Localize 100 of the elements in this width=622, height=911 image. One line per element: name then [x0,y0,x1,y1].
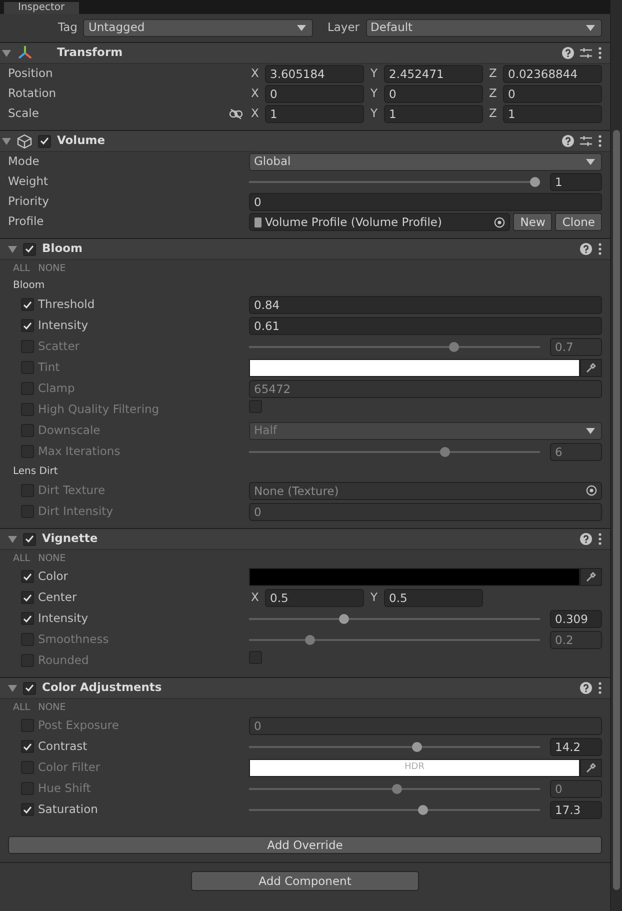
slider-thumb[interactable] [412,742,422,752]
more-options-icon[interactable] [598,135,602,147]
number-field[interactable]: 0 [503,85,602,103]
none-link[interactable]: NONE [38,262,66,276]
checkmark-icon [40,137,49,145]
color-swatch[interactable] [249,358,580,376]
checkbox[interactable] [21,740,34,753]
number-field[interactable]: 2.452471 [384,65,483,83]
number-field[interactable]: 1 [265,105,364,123]
foldout-arrow-icon[interactable] [8,244,17,254]
eyedropper-icon [586,572,596,582]
number-field[interactable]: 0.84 [249,296,602,314]
help-icon[interactable] [562,47,574,59]
scrollbar-thumb[interactable] [613,130,620,890]
add-component-button[interactable]: Add Component [191,871,419,891]
asset-file-icon [254,216,262,228]
number-field[interactable]: 1 [384,105,483,123]
override-title: Bloom [42,240,84,258]
more-options-icon[interactable] [598,682,602,694]
eyedropper-button[interactable] [580,758,602,776]
number-field[interactable]: 0 [249,193,602,211]
slider-thumb[interactable] [440,446,450,456]
layer-dropdown[interactable]: Default [366,19,602,37]
slider-thumb[interactable] [530,177,540,187]
number-field[interactable]: 6 [550,442,602,460]
foldout-arrow-icon[interactable] [2,48,11,58]
number-field[interactable]: 0 [265,85,364,103]
number-field[interactable]: 0.7 [550,338,602,356]
number-field[interactable]: 0 [384,85,483,103]
tag-dropdown[interactable]: Untagged [83,19,314,37]
clone-button[interactable]: Clone [555,213,602,231]
object-field[interactable]: Volume Profile (Volume Profile) [249,213,510,231]
more-options-icon[interactable] [598,533,602,545]
dropdown[interactable]: Global [249,153,602,171]
broken-link-icon[interactable] [229,109,243,119]
checkmark-icon [25,245,34,253]
eyedropper-button[interactable] [580,358,602,376]
sliders-icon[interactable] [580,47,592,59]
number-field[interactable]: 65472 [249,380,602,398]
checkbox[interactable] [23,242,36,256]
number-field[interactable]: 17.3 [550,800,602,818]
add-override-button[interactable]: Add Override [8,836,602,854]
scrollbar[interactable] [610,0,622,911]
number-field[interactable]: 0.02368844 [503,65,602,83]
color-swatch[interactable] [249,568,580,586]
number-field[interactable]: 0.5 [265,588,364,606]
checkbox[interactable] [21,570,34,583]
number-field[interactable]: 0.5 [384,588,483,606]
object-picker-icon[interactable] [494,216,506,228]
number-field[interactable]: 14.2 [550,738,602,756]
none-link[interactable]: NONE [38,701,66,715]
number-field[interactable]: 1 [503,105,602,123]
help-icon[interactable] [580,533,592,545]
slider-thumb[interactable] [448,342,458,352]
checkbox[interactable] [21,591,34,604]
object-field[interactable]: None (Texture) [249,482,602,500]
number-field[interactable]: 0.61 [249,316,602,334]
all-link[interactable]: ALL [13,262,30,276]
checkbox[interactable] [23,682,36,694]
slider-thumb[interactable] [392,784,402,794]
number-field[interactable]: 0 [550,780,602,798]
number-field[interactable]: 0 [249,502,602,520]
checkmark-icon [23,742,32,750]
checkbox[interactable] [21,319,34,332]
number-field[interactable]: 3.605184 [265,65,364,83]
checkbox[interactable] [38,134,51,148]
more-options-icon[interactable] [598,243,602,255]
inspector-tab[interactable]: Inspector [4,2,79,14]
foldout-arrow-icon[interactable] [8,534,17,544]
new-button[interactable]: New [513,213,552,231]
none-link[interactable]: NONE [38,552,66,566]
checkbox[interactable] [21,803,34,816]
number-field[interactable]: 0 [249,716,602,734]
axis-label: Z [488,105,498,122]
number-field[interactable]: 0.2 [550,630,602,648]
checkbox[interactable] [21,298,34,311]
foldout-arrow-icon[interactable] [8,684,17,692]
eyedropper-icon [586,762,596,772]
help-icon[interactable] [562,135,574,147]
slider-thumb[interactable] [305,634,316,644]
property-label: Downscale [38,422,100,439]
slider-thumb[interactable] [418,804,428,814]
axis-label: Y [369,85,379,102]
number-field[interactable]: 1 [550,173,602,191]
component-title: Volume [57,132,106,150]
slider-thumb[interactable] [338,614,349,624]
help-icon[interactable] [580,682,592,694]
property-label: Rotation [8,85,56,102]
checkbox[interactable] [21,612,34,625]
checkbox[interactable] [23,532,36,546]
all-link[interactable]: ALL [13,701,30,715]
sliders-icon[interactable] [580,135,592,147]
object-picker-icon[interactable] [586,485,597,496]
number-field[interactable]: 0.309 [550,610,602,628]
more-options-icon[interactable] [598,47,602,59]
help-icon[interactable] [580,243,592,255]
checkmark-icon [23,300,32,308]
all-link[interactable]: ALL [13,552,30,566]
eyedropper-button[interactable] [580,568,602,586]
foldout-arrow-icon[interactable] [2,136,11,146]
